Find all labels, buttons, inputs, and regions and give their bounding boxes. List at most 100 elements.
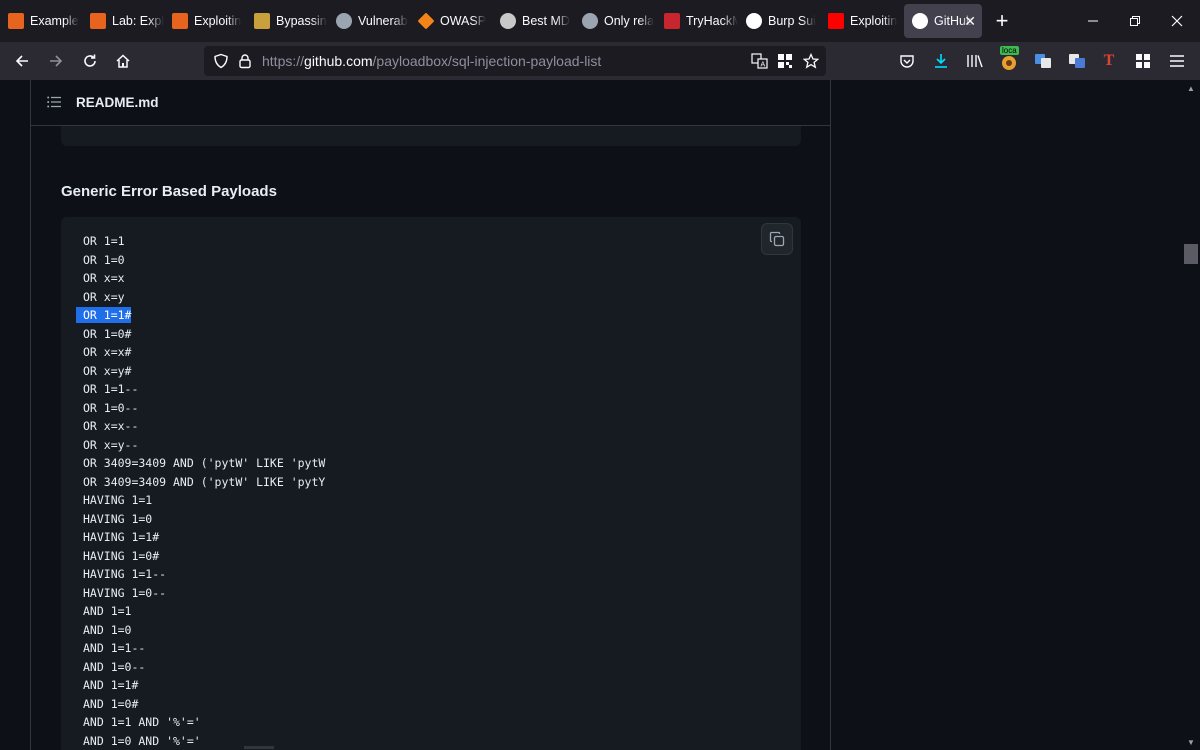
code-line: OR x=x--	[83, 417, 325, 436]
close-window-icon[interactable]	[1156, 0, 1198, 42]
burp-lightning-icon	[90, 13, 106, 29]
code-line: OR 1=1	[83, 232, 325, 251]
tab-list: Example Lab: Expl Exploitin Bypassin Vulnera…	[0, 0, 982, 42]
code-line: OR 1=0#	[83, 325, 325, 344]
tracking-protection-shield-icon[interactable]	[210, 50, 232, 72]
code-line: OR x=y#	[83, 362, 325, 381]
code-line-text: OR x=y	[83, 289, 125, 304]
copy-button[interactable]	[761, 223, 793, 255]
vulnerability-icon	[336, 13, 352, 29]
browser-tab[interactable]: GitHub ✕	[904, 4, 982, 38]
code-line-text: OR x=y#	[83, 363, 132, 378]
qr-code-icon[interactable]	[774, 50, 796, 72]
outline-list-icon[interactable]	[47, 96, 61, 108]
translator-extension-icon[interactable]	[1032, 50, 1054, 72]
tab-label: Burp Sui	[768, 14, 816, 28]
pocket-icon[interactable]	[896, 50, 918, 72]
code-line: OR 1=1#	[76, 306, 325, 325]
code-line: HAVING 1=1	[83, 491, 325, 510]
scroll-down-icon[interactable]: ▼	[1186, 738, 1196, 747]
readme-container: README.md Generic Error Based Payloads O…	[30, 80, 831, 750]
restore-window-icon[interactable]	[1114, 0, 1156, 42]
code-line-text: AND 1=0 AND '%'='	[83, 733, 201, 748]
section-heading: Generic Error Based Payloads	[61, 183, 277, 200]
back-arrow-icon[interactable]	[5, 45, 39, 77]
tab-label: Best MD	[522, 14, 570, 28]
code-line-text: OR 1=0	[83, 252, 125, 267]
url-text[interactable]: https://github.com/payloadbox/sql-inject…	[262, 53, 601, 69]
localcdn-extension-icon[interactable]: loca	[998, 46, 1020, 72]
extensions-puzzle-icon[interactable]	[1132, 50, 1154, 72]
code-line: OR 1=0--	[83, 399, 325, 418]
code-line-text: HAVING 1=0	[83, 511, 153, 526]
tab-label: Exploitin	[194, 14, 242, 28]
downloads-icon[interactable]	[930, 50, 952, 72]
code-line: OR 1=1--	[83, 380, 325, 399]
library-icon[interactable]	[964, 50, 986, 72]
code-line-text: OR x=x#	[83, 345, 132, 359]
code-line: OR x=y--	[83, 436, 325, 455]
browser-tab[interactable]: Example	[0, 4, 82, 38]
hamburger-menu-icon[interactable]	[1166, 50, 1188, 72]
browser-tab[interactable]: Exploitin	[164, 4, 246, 38]
code-line-text: AND 1=0#	[83, 696, 139, 711]
address-bar[interactable]: https://github.com/payloadbox/sql-inject…	[204, 46, 826, 76]
home-icon[interactable]	[106, 45, 140, 77]
forward-arrow-icon[interactable]	[39, 45, 73, 77]
page-scrollbar[interactable]: ▲ ▼	[1182, 80, 1200, 750]
code-line: OR x=x#	[83, 343, 325, 362]
browser-tab[interactable]: Vulnerab	[328, 4, 410, 38]
readme-header: README.md	[31, 80, 831, 126]
code-line: AND 1=1 AND '%'='	[83, 713, 325, 732]
close-tab-icon[interactable]: ✕	[964, 13, 976, 30]
code-line: HAVING 1=0--	[83, 584, 325, 603]
translate-page-icon[interactable]: A	[749, 50, 771, 72]
navigation-toolbar: https://github.com/payloadbox/sql-inject…	[0, 42, 1200, 80]
new-tab-button[interactable]: +	[982, 4, 1022, 38]
tab-label: Example	[30, 14, 79, 28]
bookmark-star-icon[interactable]	[800, 50, 822, 72]
code-line: AND 1=1#	[83, 676, 325, 695]
tab-label: Exploitin	[850, 14, 898, 28]
github-octocat-icon	[912, 13, 928, 29]
code-line: OR 1=0	[83, 251, 325, 270]
readme-title[interactable]: README.md	[76, 95, 159, 110]
code-line: HAVING 1=0#	[83, 547, 325, 566]
code-line: HAVING 1=0	[83, 510, 325, 529]
code-line: OR 3409=3409 AND ('pytW' LIKE 'pytW	[83, 454, 325, 473]
code-line: OR x=y	[83, 288, 325, 307]
browser-tab[interactable]: TryHackM	[656, 4, 738, 38]
previous-code-block	[61, 126, 801, 146]
medium-dots-icon	[746, 13, 762, 29]
browser-tab[interactable]: Lab: Expl	[82, 4, 164, 38]
code-line-text: OR 1=1	[83, 234, 125, 248]
reload-icon[interactable]	[73, 45, 107, 77]
camera-icon	[500, 13, 516, 29]
browser-tab[interactable]: OWASP	[410, 4, 492, 38]
browser-tab[interactable]: Exploitin	[820, 4, 902, 38]
code-line: OR 3409=3409 AND ('pytW' LIKE 'pytY	[83, 473, 325, 492]
code-line: AND 1=0--	[83, 658, 325, 677]
code-line-text: OR 1=0#	[83, 326, 132, 341]
browser-tab[interactable]: Only rela	[574, 4, 656, 38]
code-line-text: HAVING 1=0--	[83, 585, 167, 600]
scrollbar-thumb[interactable]	[1184, 244, 1198, 264]
svg-text:A: A	[761, 62, 766, 69]
code-line-text: OR 1=1--	[83, 382, 139, 396]
tab-strip: Example Lab: Expl Exploitin Bypassin Vulnera…	[0, 0, 1200, 42]
code-line-text: OR 1=1#	[76, 307, 132, 323]
t-extension-icon[interactable]: T	[1098, 50, 1120, 72]
code-line-text: HAVING 1=0#	[83, 548, 160, 563]
code-line: AND 1=1	[83, 602, 325, 621]
scroll-up-icon[interactable]: ▲	[1186, 84, 1196, 93]
browser-tab[interactable]: Bypassin	[246, 4, 328, 38]
minimize-icon[interactable]	[1072, 0, 1114, 42]
lock-icon[interactable]	[234, 50, 256, 72]
browser-tab[interactable]: Burp Sui	[738, 4, 820, 38]
browser-tab[interactable]: Best MD	[492, 4, 574, 38]
tab-label: Only rela	[604, 14, 655, 28]
translate-extension-icon[interactable]	[1066, 50, 1088, 72]
youtube-play-icon	[828, 13, 844, 29]
code-line-text: OR 3409=3409 AND ('pytW' LIKE 'pytW	[83, 456, 326, 470]
code-block: OR 1=1 OR 1=0 OR x=x OR x=y OR 1=1# OR 1=0# OR…	[61, 217, 801, 750]
